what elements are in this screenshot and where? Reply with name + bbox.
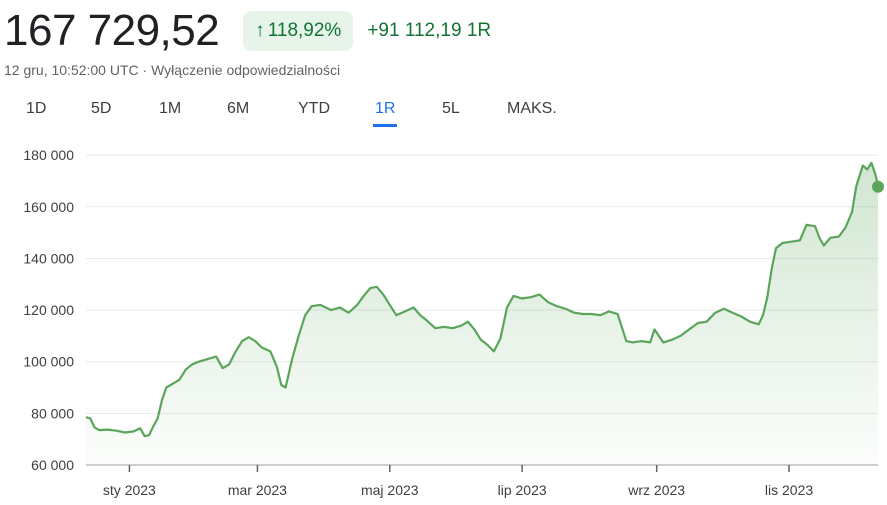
x-tick-label: lis 2023 <box>765 482 813 498</box>
tab-6m[interactable]: 6M <box>225 96 251 124</box>
y-tick-label: 60 000 <box>31 457 74 473</box>
change-absolute: +91 112,19 1R <box>367 20 492 41</box>
x-axis-ticks: sty 2023 mar 2023 maj 2023 lip 2023 wrz 2023… <box>103 465 813 498</box>
disclaimer-link[interactable]: Wyłączenie odpowiedzialności <box>151 62 340 78</box>
subtitle-separator: · <box>138 62 152 78</box>
y-tick-label: 180 000 <box>23 147 74 163</box>
tab-ytd[interactable]: YTD <box>296 96 332 124</box>
x-tick-label: maj 2023 <box>361 482 419 498</box>
arrow-up-icon: ↑ <box>255 20 265 41</box>
y-tick-label: 160 000 <box>23 199 74 215</box>
y-tick-label: 140 000 <box>23 250 74 266</box>
last-price-dot <box>872 180 884 193</box>
tab-1d[interactable]: 1D <box>24 96 48 124</box>
x-tick-label: lip 2023 <box>498 482 547 498</box>
tab-1m[interactable]: 1M <box>157 96 183 124</box>
x-tick-label: wrz 2023 <box>627 482 685 498</box>
quote-header: 167 729,52 ↑ 118,92% +91 112,19 1R <box>4 4 491 58</box>
x-tick-label: sty 2023 <box>103 482 156 498</box>
price-chart[interactable]: 60 000 80 000 100 000 120 000 140 000 160 000… <box>0 140 887 505</box>
quote-subtitle: 12 gru, 10:52:00 UTC · Wyłączenie odpowi… <box>4 62 340 78</box>
tab-1r[interactable]: 1R <box>373 96 398 127</box>
change-percent: 118,92% <box>267 20 342 41</box>
price-area <box>86 162 878 465</box>
y-tick-label: 80 000 <box>31 405 74 421</box>
y-tick-label: 100 000 <box>23 354 74 370</box>
x-tick-label: mar 2023 <box>228 482 287 498</box>
tab-5d[interactable]: 5D <box>89 96 113 124</box>
change-percent-badge: ↑ 118,92% <box>243 11 354 51</box>
tab-5l[interactable]: 5L <box>440 96 462 124</box>
y-axis-ticks: 60 000 80 000 100 000 120 000 140 000 160 000… <box>23 147 74 473</box>
tab-maks[interactable]: MAKS. <box>505 96 559 124</box>
quote-timestamp: 12 gru, 10:52:00 UTC <box>4 62 139 78</box>
current-price: 167 729,52 <box>4 6 220 55</box>
y-tick-label: 120 000 <box>23 302 74 318</box>
